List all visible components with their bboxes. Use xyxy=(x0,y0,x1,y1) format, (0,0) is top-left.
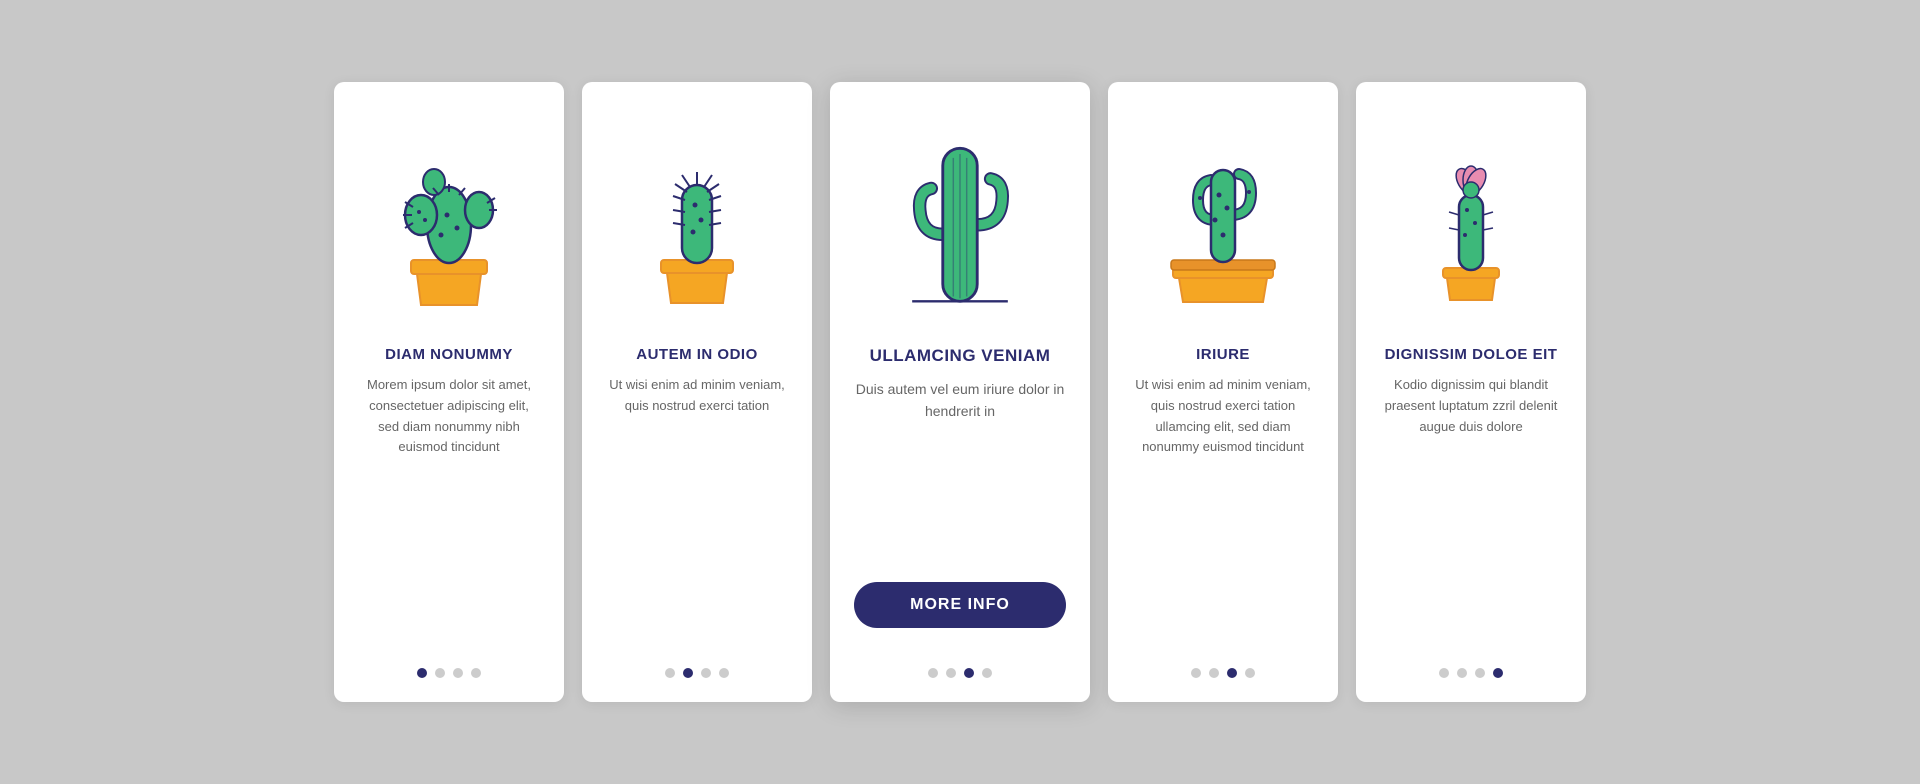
card-3-title: ULLAMCING VENIAM xyxy=(870,346,1051,366)
card-1-text: Morem ipsum dolor sit amet, consectetuer… xyxy=(358,375,540,650)
card-5: DIGNISSIM DOLOE EIT Kodio dignissim qui … xyxy=(1356,82,1586,702)
card-5-text: Kodio dignissim qui blandit praesent lup… xyxy=(1380,375,1562,650)
dot xyxy=(683,668,693,678)
card-2-text: Ut wisi enim ad minim veniam, quis nostr… xyxy=(606,375,788,650)
cards-container: DIAM NONUMMY Morem ipsum dolor sit amet,… xyxy=(274,42,1646,742)
dot xyxy=(417,668,427,678)
card-5-icon xyxy=(1380,110,1562,330)
dot xyxy=(471,668,481,678)
card-2-title: AUTEM IN ODIO xyxy=(636,346,758,363)
dot xyxy=(1475,668,1485,678)
dot xyxy=(1439,668,1449,678)
card-4-title: IRIURE xyxy=(1196,346,1250,363)
dot xyxy=(1457,668,1467,678)
dot xyxy=(964,668,974,678)
cactus-pot-tall-icon xyxy=(617,120,777,320)
card-4-dots xyxy=(1191,650,1255,678)
card-2-icon xyxy=(606,110,788,330)
card-4: IRIURE Ut wisi enim ad minim veniam, qui… xyxy=(1108,82,1338,702)
dot xyxy=(982,668,992,678)
card-2-dots xyxy=(665,650,729,678)
cactus-pot-flower-icon xyxy=(1391,120,1551,320)
dot xyxy=(665,668,675,678)
card-3: ULLAMCING VENIAM Duis autem vel eum iriu… xyxy=(830,82,1090,702)
dot xyxy=(928,668,938,678)
dot xyxy=(453,668,463,678)
dot xyxy=(1245,668,1255,678)
cactus-pot-wide-icon xyxy=(1143,120,1303,320)
cactus-wild-icon xyxy=(870,110,1050,330)
card-5-title: DIGNISSIM DOLOE EIT xyxy=(1385,346,1558,363)
card-3-dots xyxy=(928,650,992,678)
dot xyxy=(1209,668,1219,678)
dot xyxy=(1227,668,1237,678)
card-1: DIAM NONUMMY Morem ipsum dolor sit amet,… xyxy=(334,82,564,702)
card-3-text: Duis autem vel eum iriure dolor in hendr… xyxy=(854,378,1066,564)
card-1-dots xyxy=(417,650,481,678)
dot xyxy=(946,668,956,678)
card-3-icon xyxy=(854,110,1066,330)
card-2: AUTEM IN ODIO Ut wisi enim ad minim veni… xyxy=(582,82,812,702)
dot xyxy=(1493,668,1503,678)
card-1-title: DIAM NONUMMY xyxy=(385,346,513,363)
card-4-text: Ut wisi enim ad minim veniam, quis nostr… xyxy=(1132,375,1314,650)
dot xyxy=(1191,668,1201,678)
dot xyxy=(435,668,445,678)
card-1-icon xyxy=(358,110,540,330)
dot xyxy=(719,668,729,678)
dot xyxy=(701,668,711,678)
more-info-button[interactable]: MORE INFO xyxy=(854,582,1066,628)
card-5-dots xyxy=(1439,650,1503,678)
cactus-pot-round-icon xyxy=(369,120,529,320)
card-4-icon xyxy=(1132,110,1314,330)
